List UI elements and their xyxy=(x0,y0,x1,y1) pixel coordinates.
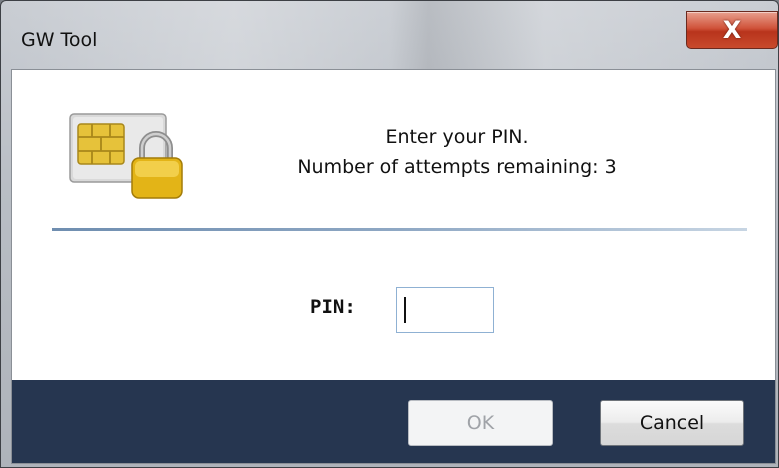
pin-message: Enter your PIN. Number of attempts remai… xyxy=(212,122,702,182)
text-caret xyxy=(404,297,406,323)
window-title: GW Tool xyxy=(21,29,98,51)
dialog-body: Enter your PIN. Number of attempts remai… xyxy=(11,69,776,464)
pin-label: PIN: xyxy=(310,296,356,318)
pin-input[interactable] xyxy=(396,287,494,333)
cancel-button[interactable]: Cancel xyxy=(600,400,744,446)
sim-card-lock-icon xyxy=(69,113,183,199)
attempts-remaining-text: Number of attempts remaining: 3 xyxy=(297,156,617,178)
button-bar: OK Cancel xyxy=(12,380,775,463)
separator-line xyxy=(52,228,747,231)
title-bar[interactable]: GW Tool X xyxy=(1,1,778,69)
instruction-text: Enter your PIN. xyxy=(385,126,529,148)
close-icon: X xyxy=(722,16,742,44)
pin-dialog-window: GW Tool X Enter your PIN. Number of atte… xyxy=(0,0,779,468)
close-button[interactable]: X xyxy=(686,11,778,49)
ok-button[interactable]: OK xyxy=(408,400,553,446)
